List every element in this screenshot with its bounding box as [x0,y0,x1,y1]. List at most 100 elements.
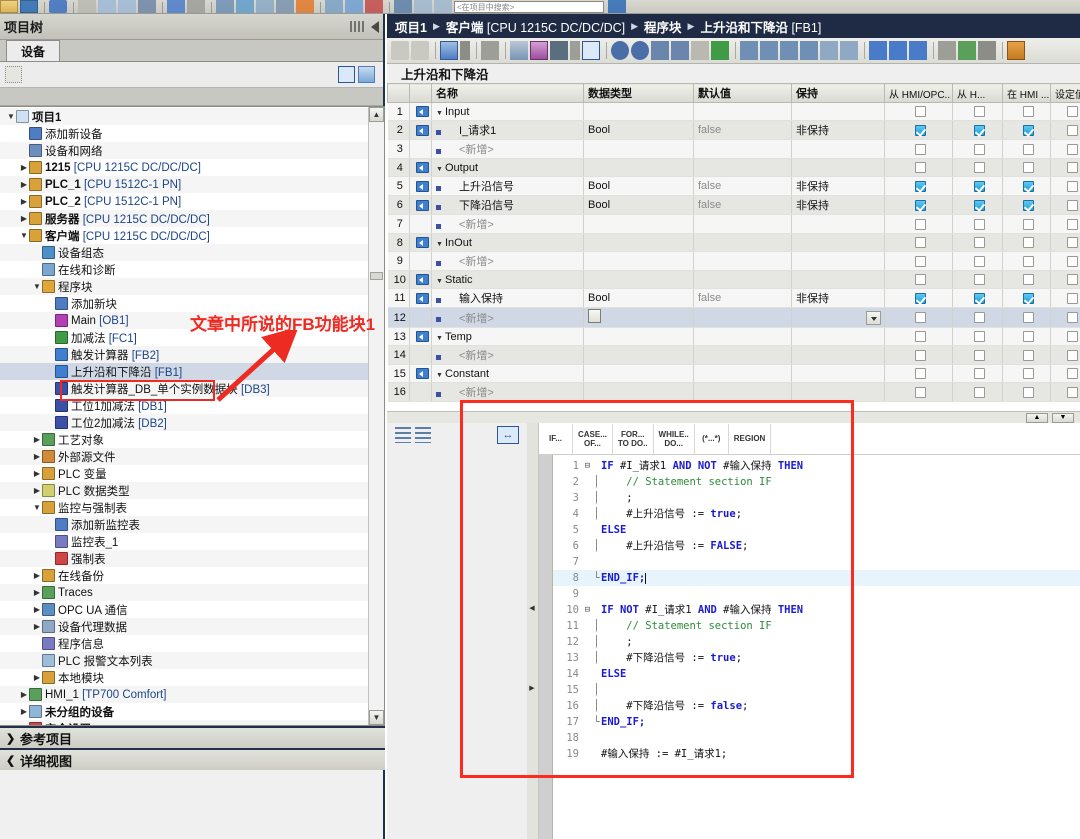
tree-item-PLC_2[interactable]: ▶PLC_2 [CPU 1512C-1 PN] [0,193,368,210]
compile-icon[interactable] [187,0,205,13]
expand-twisty-icon[interactable]: ▶ [19,180,29,189]
cell-checkbox-1[interactable] [885,383,953,402]
cell-setpoint[interactable] [1051,271,1080,289]
scroll-thumb[interactable] [370,272,383,280]
checkbox[interactable] [1067,331,1078,342]
cell-checkbox-2[interactable] [953,365,1003,383]
cell-datatype[interactable] [584,271,694,289]
expand-twisty-icon[interactable]: ▶ [19,197,29,206]
code-line[interactable]: 6│ #上升沿信号 := FALSE; [553,538,1080,554]
cell-datatype[interactable] [584,103,694,121]
show-hide-icon[interactable] [820,41,838,60]
cell-datatype[interactable]: Bool [584,289,694,308]
cell-checkbox-1[interactable] [885,365,953,383]
delete-icon[interactable] [138,0,156,13]
cell-name[interactable]: 上升沿信号 [432,177,584,196]
collapse-all-icon[interactable] [530,41,548,60]
cell-setpoint[interactable] [1051,308,1080,328]
checkbox[interactable] [915,237,926,248]
cell-retain[interactable] [792,346,885,365]
editor-left-gutter[interactable] [539,455,553,839]
checkbox[interactable] [915,200,926,211]
tree-item-项目1[interactable]: ▼项目1 [0,108,368,125]
cell-default[interactable] [694,159,792,177]
cell-checkbox-1[interactable] [885,140,953,159]
favorites-icon[interactable] [582,41,600,60]
tree-item-工艺对象[interactable]: ▶工艺对象 [0,431,368,448]
cell-retain[interactable] [792,103,885,121]
cell-name[interactable]: ▼Input [432,103,584,121]
cell-retain[interactable] [792,140,885,159]
cell-checkbox-2[interactable] [953,215,1003,234]
cell-name[interactable]: I_请求1 [432,121,584,140]
column-header-保持[interactable]: 保持 [792,84,885,103]
cell-retain[interactable] [792,383,885,402]
cell-name[interactable]: ▼Constant [432,365,584,383]
format-icon[interactable] [800,41,818,60]
cell-datatype[interactable] [584,308,694,328]
tree-item-1215[interactable]: ▶1215 [CPU 1215C DC/DC/DC] [0,159,368,176]
split-h-icon[interactable] [345,0,363,13]
columns-icon[interactable] [350,21,364,32]
checkbox[interactable] [974,162,985,173]
checkbox[interactable] [1067,200,1078,211]
gutter-left-arrow-icon[interactable]: ◀ [527,603,537,613]
code-line[interactable]: 9 [553,586,1080,602]
checkbox[interactable] [1023,274,1034,285]
tree-item-设备组态[interactable]: 设备组态 [0,244,368,261]
table-row[interactable]: 16<新增> [388,383,1080,402]
cell-checkbox-1[interactable] [885,271,953,289]
scl-code-editor[interactable]: 1⊟IF #I_请求1 AND NOT #输入保持 THEN2│ // Stat… [539,455,1080,839]
goto-next-bookmark-icon[interactable] [671,41,689,60]
tree-item-PLC 数据类型[interactable]: ▶PLC 数据类型 [0,482,368,499]
watch-on-icon[interactable] [958,41,976,60]
checkbox[interactable] [1023,256,1034,267]
cell-default[interactable] [694,271,792,289]
online-icon[interactable] [256,0,274,13]
cell-checkbox-1[interactable] [885,196,953,215]
cell-datatype[interactable] [584,328,694,346]
cell-checkbox-1[interactable] [885,159,953,177]
bookmark-clear-icon[interactable] [631,41,649,60]
search-input[interactable]: <在项目中搜索> [454,1,604,13]
outdent-icon[interactable] [780,41,798,60]
code-line[interactable]: 8└END_IF; [553,570,1080,586]
checkbox[interactable] [915,293,926,304]
checkbox[interactable] [974,350,985,361]
compare-icon[interactable] [325,0,343,13]
tree-item-未分组的设备[interactable]: ▶未分组的设备 [0,703,368,720]
column-header-名称[interactable]: 名称 [432,84,584,103]
code-line[interactable]: 13│ #下降沿信号 := true; [553,650,1080,666]
code-line[interactable]: 14ELSE [553,666,1080,682]
cell-checkbox-1[interactable] [885,215,953,234]
checkbox[interactable] [974,312,985,323]
code-line[interactable]: 7 [553,554,1080,570]
cell-datatype[interactable] [584,140,694,159]
step-fwd-icon[interactable] [909,41,927,60]
cell-default[interactable] [694,328,792,346]
checkbox[interactable] [1023,125,1034,136]
cell-setpoint[interactable] [1051,365,1080,383]
tree-item-监控与强制表[interactable]: ▼监控与强制表 [0,499,368,516]
tree-item-强制表[interactable]: 强制表 [0,550,368,567]
goto-prev-bookmark-icon[interactable] [651,41,669,60]
tree-item-本地模块[interactable]: ▶本地模块 [0,669,368,686]
table-row[interactable]: 8▼InOut [388,234,1080,252]
cell-checkbox-2[interactable] [953,271,1003,289]
cell-name[interactable]: ▼Output [432,159,584,177]
cell-name[interactable]: ▼Static [432,271,584,289]
checkbox[interactable] [974,181,985,192]
cell-checkbox-1[interactable] [885,234,953,252]
snippet-while[interactable]: WHILE..DO... [654,424,695,454]
expand-width-icon[interactable]: ↔ [497,426,519,444]
code-line[interactable]: 3│ ; [553,490,1080,506]
absolute-icon[interactable] [481,41,499,60]
cell-setpoint[interactable] [1051,140,1080,159]
code-line[interactable]: 17└END_IF; [553,714,1080,730]
breadcrumb[interactable]: 项目1▶客户端 [CPU 1215C DC/DC/DC]▶程序块▶上升沿和下降沿… [387,14,1080,38]
watch-off-icon[interactable] [978,41,996,60]
table-row[interactable]: 7<新增> [388,215,1080,234]
snippet-region[interactable]: REGION [729,424,772,454]
cell-checkbox-3[interactable] [1003,177,1051,196]
checkbox[interactable] [915,125,926,136]
